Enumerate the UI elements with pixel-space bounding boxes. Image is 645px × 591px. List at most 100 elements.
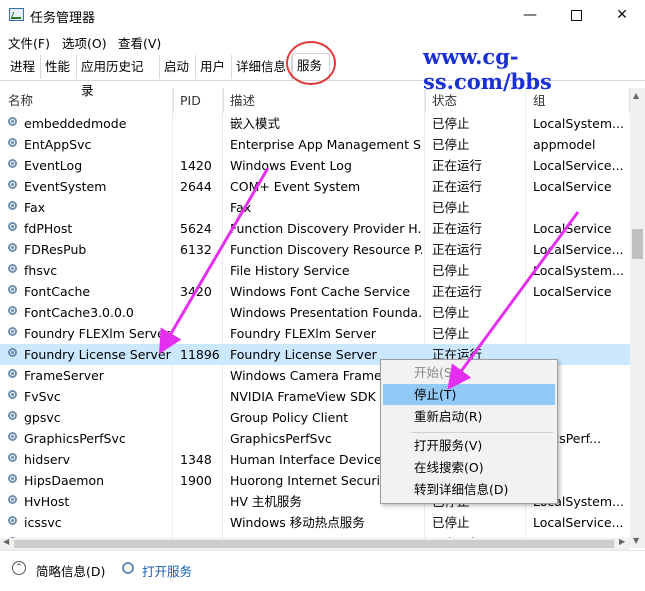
service-group: LocalService	[533, 221, 612, 236]
table-row[interactable]: Foundry FLEXlm Server Foundry FLEXlm Serv…	[0, 323, 630, 344]
service-description: Windows Font Cache Service	[230, 284, 411, 299]
service-status: 已停止	[432, 305, 470, 320]
close-button[interactable]: ✕	[599, 0, 645, 30]
scroll-up-icon[interactable]: ▲	[633, 91, 639, 100]
service-group: LocalService...	[533, 158, 624, 173]
vertical-scrollbar[interactable]	[630, 88, 645, 548]
service-description: Windows Event Log	[230, 158, 352, 173]
column-description[interactable]: 描述	[222, 88, 426, 113]
service-name: FrameServer	[24, 368, 104, 383]
service-pid	[180, 491, 224, 512]
service-status: 已停止	[432, 263, 470, 278]
service-name: HvHost	[24, 494, 70, 509]
service-status: 已停止	[432, 116, 470, 131]
context-open-services[interactable]: 打开服务(V)	[383, 435, 555, 456]
service-gear-icon	[8, 243, 17, 252]
table-row[interactable]: EntAppSvc Enterprise App Management S... 已…	[0, 134, 630, 155]
tab-app-history[interactable]: 应用历史记录	[77, 55, 160, 98]
service-gear-icon	[8, 516, 17, 525]
services-gear-icon[interactable]	[122, 562, 134, 574]
service-description: Fax	[230, 200, 252, 215]
service-name: FDResPub	[24, 242, 87, 257]
service-name: Foundry FLEXlm Server	[24, 326, 170, 341]
context-search-online[interactable]: 在线搜索(O)	[383, 457, 555, 478]
service-pid	[180, 512, 224, 533]
context-stop[interactable]: 停止(T)	[383, 384, 555, 405]
maximize-icon	[570, 9, 582, 21]
service-gear-icon	[8, 495, 17, 504]
scroll-right-icon[interactable]: ▶	[619, 537, 625, 546]
service-gear-icon	[8, 222, 17, 231]
service-pid: 1348	[180, 452, 212, 467]
table-row[interactable]: FontCache 3420 Windows Font Cache Service 正…	[0, 281, 630, 302]
service-description: Windows 移动热点服务	[230, 515, 365, 530]
service-name: hidserv	[24, 452, 71, 467]
service-gear-icon	[8, 411, 17, 420]
service-description: Function Discovery Resource P...	[230, 242, 422, 257]
service-name: icssvc	[24, 515, 62, 530]
context-restart[interactable]: 重新启动(R)	[383, 406, 555, 427]
sort-ascending-icon: ^	[84, 92, 93, 103]
service-group: LocalService...	[533, 242, 624, 257]
table-row[interactable]: EventLog 1420 Windows Event Log 正在运行 LocalSe…	[0, 155, 630, 176]
table-row[interactable]: EventSystem 2644 COM+ Event System 正在运行 Loca…	[0, 176, 630, 197]
service-group: LocalService	[533, 179, 612, 194]
service-description: 嵌入模式	[230, 116, 281, 131]
service-gear-icon	[8, 180, 17, 189]
column-name[interactable]: 名称 ^	[0, 88, 174, 113]
table-row[interactable]: fhsvc File History Service 已停止 LocalSystem.…	[0, 260, 630, 281]
service-name: FontCache	[24, 284, 91, 299]
tab-startup[interactable]: 启动	[160, 55, 196, 79]
maximize-button[interactable]	[553, 0, 599, 30]
service-gear-icon	[8, 474, 17, 483]
service-pid	[180, 260, 224, 281]
table-row[interactable]: embeddedmode 嵌入模式 已停止 LocalSystem...	[0, 113, 630, 134]
column-pid[interactable]: PID	[172, 88, 224, 113]
tab-performance[interactable]: 性能	[41, 55, 77, 79]
service-group: LocalSystem...	[533, 116, 624, 131]
tab-processes[interactable]: 进程	[6, 55, 41, 79]
minimize-button[interactable]: —	[507, 0, 553, 30]
scroll-left-icon[interactable]: ◀	[3, 537, 9, 546]
service-gear-icon	[8, 201, 17, 210]
service-pid	[180, 386, 224, 407]
service-status: 已停止	[432, 200, 470, 215]
service-name: fdPHost	[24, 221, 73, 236]
context-go-to-details[interactable]: 转到详细信息(D)	[383, 479, 555, 500]
service-status: 正在运行	[432, 242, 483, 257]
tab-details[interactable]: 详细信息	[232, 55, 292, 79]
tab-users[interactable]: 用户	[196, 55, 232, 79]
scroll-down-icon[interactable]: ▼	[633, 536, 639, 545]
table-row[interactable]: Fax Fax 已停止	[0, 197, 630, 218]
table-row[interactable]: FDResPub 6132 Function Discovery Resource …	[0, 239, 630, 260]
column-status[interactable]: 状态	[424, 88, 526, 113]
table-row[interactable]: FontCache3.0.0.0 Windows Presentation Fou…	[0, 302, 630, 323]
service-name: FvSvc	[24, 389, 61, 404]
column-group[interactable]: 组	[525, 88, 630, 113]
service-description: COM+ Event System	[230, 179, 361, 194]
horizontal-scroll-thumb[interactable]	[14, 540, 614, 548]
open-services-link[interactable]: 打开服务	[142, 561, 192, 580]
chevron-up-icon[interactable]: ⌃	[12, 561, 26, 575]
service-pid	[180, 113, 224, 134]
annotation-circle	[286, 41, 336, 85]
table-row[interactable]: icssvc Windows 移动热点服务 已停止 LocalService...	[0, 512, 630, 533]
menu-options[interactable]: 选项(O)	[62, 33, 107, 52]
vertical-scroll-thumb[interactable]	[632, 229, 643, 259]
service-group	[533, 323, 629, 344]
menu-view[interactable]: 查看(V)	[118, 33, 161, 52]
brief-info-button[interactable]: 简略信息(D)	[36, 561, 105, 580]
menu-file[interactable]: 文件(F)	[8, 33, 50, 52]
service-name: Fax	[24, 200, 46, 215]
service-status: 正在运行	[432, 284, 483, 299]
service-pid	[180, 407, 224, 428]
service-status: 正在运行	[432, 179, 483, 194]
service-pid	[180, 134, 224, 155]
service-pid: 5624	[180, 221, 212, 236]
service-name: EventLog	[24, 158, 83, 173]
service-gear-icon	[8, 327, 17, 336]
table-row[interactable]: fdPHost 5624 Function Discovery Provider H…	[0, 218, 630, 239]
context-start[interactable]: 开始(S)	[383, 362, 555, 383]
service-pid	[180, 428, 224, 449]
service-name: FontCache3.0.0.0	[24, 305, 134, 320]
